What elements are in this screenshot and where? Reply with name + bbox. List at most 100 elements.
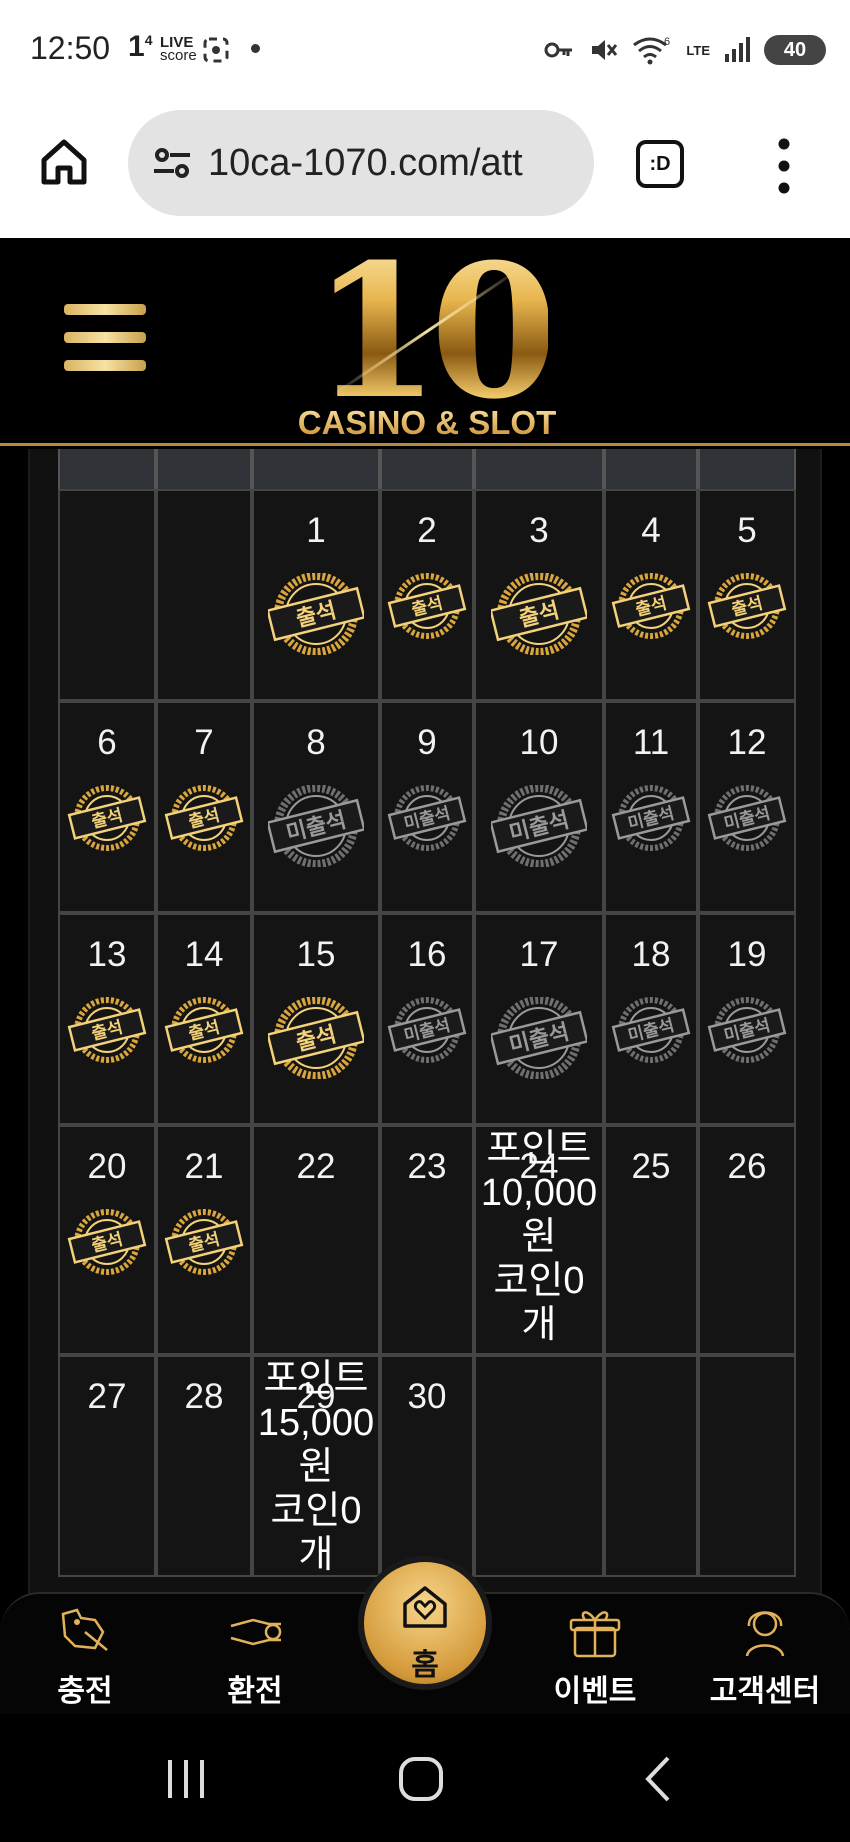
livescore-bottom: score: [160, 47, 197, 64]
day-number: 6: [97, 723, 117, 762]
calendar-day-25[interactable]: 25: [604, 1125, 698, 1355]
battery-indicator: 40: [764, 35, 826, 65]
day-number: 13: [87, 935, 127, 974]
logo-subtitle: CASINO & SLOT: [292, 404, 562, 442]
nav-event-label: 이벤트: [553, 1675, 637, 1708]
calendar-day-26[interactable]: 26: [698, 1125, 796, 1355]
nav-charge[interactable]: 충전: [20, 1594, 150, 1716]
calendar-day-19[interactable]: 19 미출석: [698, 913, 796, 1125]
status-icons: 6 LTE 40: [544, 30, 826, 70]
attended-stamp-icon: 출석: [67, 1209, 147, 1275]
calendar-day-22[interactable]: 22: [252, 1125, 380, 1355]
exchange-icon: [230, 1618, 282, 1646]
calendar-weekday-header: [58, 449, 156, 489]
calendar-day-21[interactable]: 21 출석: [156, 1125, 252, 1355]
day-number: 27: [87, 1377, 127, 1416]
day-number: 17: [519, 935, 559, 974]
recent-apps-icon[interactable]: [156, 1754, 216, 1804]
absent-stamp-icon: 미출석: [387, 997, 467, 1063]
site-settings-icon[interactable]: [150, 141, 194, 185]
day-number: 7: [194, 723, 214, 762]
calendar-weekday-header: [474, 449, 604, 489]
calendar-day-12[interactable]: 12 미출석: [698, 701, 796, 913]
absent-stamp-icon: 미출석: [491, 997, 587, 1079]
calendar-day-8[interactable]: 8 미출석: [252, 701, 380, 913]
attended-stamp-icon: 출석: [164, 785, 244, 851]
calendar-empty-cell: [156, 489, 252, 701]
absent-stamp-icon: 미출석: [707, 997, 787, 1063]
calendar-day-17[interactable]: 17 미출석: [474, 913, 604, 1125]
calendar-day-4[interactable]: 4 출석: [604, 489, 698, 701]
wifi-badge: 6: [664, 36, 670, 48]
attended-stamp-icon: 출석: [164, 997, 244, 1063]
day-number: 12: [727, 723, 767, 762]
day-number: 3: [529, 511, 549, 550]
day-number: 26: [727, 1147, 767, 1186]
nav-home-button[interactable]: 홈: [358, 1556, 492, 1690]
calendar-day-24[interactable]: 24 포인트 10,000 원 코인0 개: [474, 1125, 604, 1355]
calendar-day-16[interactable]: 16 미출석: [380, 913, 474, 1125]
calendar-empty-cell: [474, 1355, 604, 1577]
absent-stamp-icon: 미출석: [707, 785, 787, 851]
calendar-empty-cell: [698, 1355, 796, 1577]
system-back-icon[interactable]: [630, 1754, 690, 1804]
attended-stamp-icon: 출석: [164, 1209, 244, 1275]
day-number: 20: [87, 1147, 127, 1186]
calendar-day-3[interactable]: 3 출석: [474, 489, 604, 701]
hamburger-menu-icon[interactable]: [64, 304, 146, 380]
day-number: 19: [727, 935, 767, 974]
calendar-day-11[interactable]: 11 미출석: [604, 701, 698, 913]
charge-icon: [61, 1608, 108, 1651]
browser-home-icon[interactable]: [38, 136, 90, 188]
calendar-day-5[interactable]: 5 출석: [698, 489, 796, 701]
calendar-weekday-header: [380, 449, 474, 489]
nav-exchange[interactable]: 환전: [190, 1594, 320, 1716]
calendar-day-27[interactable]: 27: [58, 1355, 156, 1577]
browser-toolbar: 10ca-1070.com/att :D: [0, 102, 850, 238]
calendar-day-30[interactable]: 30: [380, 1355, 474, 1577]
calendar-day-15[interactable]: 15 출석: [252, 913, 380, 1125]
attended-stamp-icon: 출석: [268, 573, 364, 655]
tab-switcher-button[interactable]: :D: [636, 140, 684, 188]
mute-icon: [592, 40, 618, 60]
reward-line: 15,000: [257, 1402, 375, 1444]
calendar-day-10[interactable]: 10 미출석: [474, 701, 604, 913]
signal-icon: [725, 37, 750, 62]
day-number: 4: [641, 511, 661, 550]
calendar-day-2[interactable]: 2 출석: [380, 489, 474, 701]
day-number: 9: [417, 723, 437, 762]
absent-stamp-icon: 미출석: [387, 785, 467, 851]
day-number: 1: [306, 511, 326, 550]
calendar-day-9[interactable]: 9 미출석: [380, 701, 474, 913]
reward-line: 원: [521, 1216, 557, 1258]
day-number: 11: [632, 723, 670, 762]
attended-stamp-icon: 출석: [67, 997, 147, 1063]
reward-line: 포인트: [263, 1358, 369, 1400]
day-number: 30: [407, 1377, 447, 1416]
calendar-day-18[interactable]: 18 미출석: [604, 913, 698, 1125]
calendar-day-28[interactable]: 28: [156, 1355, 252, 1577]
more-notifications-dot: [251, 44, 260, 53]
nav-event[interactable]: 이벤트: [530, 1594, 660, 1716]
browser-menu-icon[interactable]: [778, 138, 790, 194]
site-header: 10 CASINO & SLOT: [0, 224, 850, 446]
day-number: 28: [184, 1377, 224, 1416]
wifi-icon: 6: [633, 36, 671, 65]
system-nav-bar: [0, 1714, 850, 1842]
day-number: 18: [631, 935, 671, 974]
calendar-day-20[interactable]: 20 출석: [58, 1125, 156, 1355]
calendar-day-6[interactable]: 6 출석: [58, 701, 156, 913]
nav-support[interactable]: 고객센터: [700, 1594, 830, 1716]
day-number: 8: [306, 723, 326, 762]
notification-digit: 1: [128, 30, 145, 63]
day-number: 22: [296, 1147, 336, 1186]
calendar-day-7[interactable]: 7 출석: [156, 701, 252, 913]
calendar-day-13[interactable]: 13 출석: [58, 913, 156, 1125]
calendar-day-14[interactable]: 14 출석: [156, 913, 252, 1125]
site-logo[interactable]: 10 CASINO & SLOT: [282, 224, 572, 444]
calendar-day-29[interactable]: 29 포인트 15,000 원 코인0 개: [252, 1355, 380, 1577]
calendar-day-23[interactable]: 23: [380, 1125, 474, 1355]
calendar-day-1[interactable]: 1 출석: [252, 489, 380, 701]
system-home-icon[interactable]: [392, 1754, 452, 1804]
address-bar[interactable]: 10ca-1070.com/att: [128, 110, 594, 216]
